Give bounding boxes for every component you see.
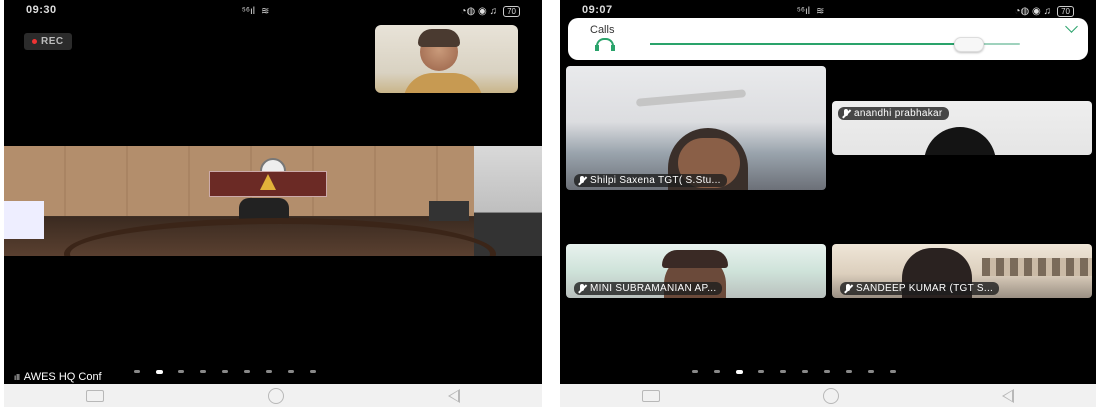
participant-name: MINI SUBRAMANIAN AP...: [590, 283, 717, 294]
page-dot[interactable]: [816, 370, 838, 373]
android-nav-bar: [560, 384, 1096, 407]
wifi-icon: ≋: [261, 5, 270, 17]
mic-off-icon: [842, 109, 850, 118]
status-system-icons: ◔◍ ◉ ♫: [1014, 5, 1052, 17]
android-nav-bar: [4, 384, 542, 407]
page-dot[interactable]: [706, 370, 728, 373]
headset-icon: [595, 38, 615, 51]
room-name-label: ıll AWES HQ Conf: [14, 371, 102, 383]
page-dot[interactable]: [838, 370, 860, 373]
status-signal-icon: ⁵⁶ıl: [241, 5, 256, 17]
wifi-icon: ≋: [816, 5, 825, 17]
conference-window: [474, 146, 542, 256]
back-icon[interactable]: [1002, 388, 1015, 403]
status-time: 09:30: [26, 4, 57, 16]
conference-table: [64, 218, 496, 256]
participant-name-tag: Shilpi Saxena TGT( S.Stu...: [574, 174, 727, 187]
participant-tile[interactable]: anandhi prabhakar: [832, 101, 1092, 155]
participant-name: anandhi prabhakar: [854, 108, 943, 119]
conference-participant: [4, 201, 44, 239]
page-dot[interactable]: [772, 370, 794, 373]
page-dot[interactable]: [882, 370, 904, 373]
self-video-tile[interactable]: [375, 25, 518, 93]
page-dot[interactable]: [192, 370, 214, 373]
page-dot[interactable]: [214, 370, 236, 373]
page-dot[interactable]: [750, 370, 772, 373]
page-dot[interactable]: [126, 370, 148, 373]
participant-name-tag: MINI SUBRAMANIAN AP...: [574, 282, 723, 295]
battery-icon: 70: [503, 5, 520, 17]
home-icon[interactable]: [822, 387, 839, 404]
left-phone-screen: 09:30 ⁵⁶ıl ≋ ◔◍ ◉ ♫ 70 REC ıll AWES HQ Co…: [4, 0, 542, 384]
participant-hair: [662, 250, 728, 268]
page-dot[interactable]: [170, 370, 192, 373]
page-dot[interactable]: [148, 369, 170, 374]
status-icons: ⁵⁶ıl ≋: [242, 4, 276, 18]
chevron-down-icon[interactable]: [1065, 20, 1078, 33]
status-time: 09:07: [582, 4, 613, 16]
page-dot[interactable]: [258, 370, 280, 373]
status-system-icons: ◔◍ ◉ ♫: [460, 5, 498, 17]
status-bar: 09:30 ⁵⁶ıl ≋ ◔◍ ◉ ♫ 70: [4, 4, 542, 18]
page-indicator[interactable]: [126, 369, 324, 374]
status-right-icons: ◔◍ ◉ ♫ 70: [461, 4, 520, 18]
participant-name: Shilpi Saxena TGT( S.Stu...: [590, 175, 721, 186]
participant-tile[interactable]: Shilpi Saxena TGT( S.Stu...: [566, 66, 826, 190]
page-dot[interactable]: [860, 370, 882, 373]
participant-tile[interactable]: MINI SUBRAMANIAN AP...: [566, 244, 826, 298]
participant-name: SANDEEP KUMAR (TGT S...: [856, 283, 994, 294]
right-phone-screen: 09:07 ⁵⁶ıl ≋ ◔◍ ◉ ♫ 70 Calls Shilpi Saxe…: [560, 0, 1096, 384]
status-bar: 09:07 ⁵⁶ıl ≋ ◔◍ ◉ ♫ 70: [560, 4, 1096, 18]
signal-strength-icon: ıll: [14, 373, 20, 382]
recent-apps-icon[interactable]: [86, 389, 104, 402]
status-signal-icon: ⁵⁶ıl: [796, 5, 811, 17]
back-icon[interactable]: [448, 388, 460, 403]
home-icon[interactable]: [268, 387, 284, 404]
volume-slider-thumb[interactable]: [954, 37, 985, 52]
rec-label: REC: [41, 36, 64, 47]
rec-dot-icon: [32, 38, 37, 44]
mic-off-icon: [844, 284, 852, 293]
recent-apps-icon[interactable]: [641, 389, 660, 402]
volume-slider-fill: [650, 43, 969, 45]
main-video-feed[interactable]: [4, 146, 542, 256]
conference-participant: [429, 201, 469, 221]
participant-tile[interactable]: SANDEEP KUMAR (TGT S...: [832, 244, 1092, 298]
battery-icon: 70: [1057, 5, 1074, 17]
background-shelf: [982, 258, 1092, 276]
page-dot[interactable]: [280, 370, 302, 373]
recording-indicator: REC: [24, 33, 72, 50]
page-dot[interactable]: [302, 370, 324, 373]
self-video-hair: [418, 29, 460, 47]
calls-volume-panel: Calls: [568, 18, 1088, 60]
page-dot[interactable]: [236, 370, 258, 373]
participant-name-tag: anandhi prabhakar: [838, 107, 949, 120]
calls-title: Calls: [590, 24, 615, 36]
wall-emblem-board: [209, 171, 327, 197]
page-indicator[interactable]: [684, 369, 904, 374]
participant-head: [924, 127, 996, 155]
status-right-icons: ◔◍ ◉ ♫ 70: [1015, 4, 1074, 18]
page-dot[interactable]: [728, 369, 750, 374]
mic-off-icon: [578, 176, 586, 185]
page-dot[interactable]: [684, 370, 706, 373]
participant-name-tag: SANDEEP KUMAR (TGT S...: [840, 282, 1000, 295]
ceiling-fan: [635, 89, 747, 107]
page-dot[interactable]: [794, 370, 816, 373]
volume-slider[interactable]: [650, 37, 1020, 52]
self-video-body: [403, 73, 483, 93]
mic-off-icon: [578, 284, 586, 293]
room-name: AWES HQ Conf: [23, 371, 102, 383]
status-icons: ⁵⁶ıl ≋: [797, 4, 831, 18]
